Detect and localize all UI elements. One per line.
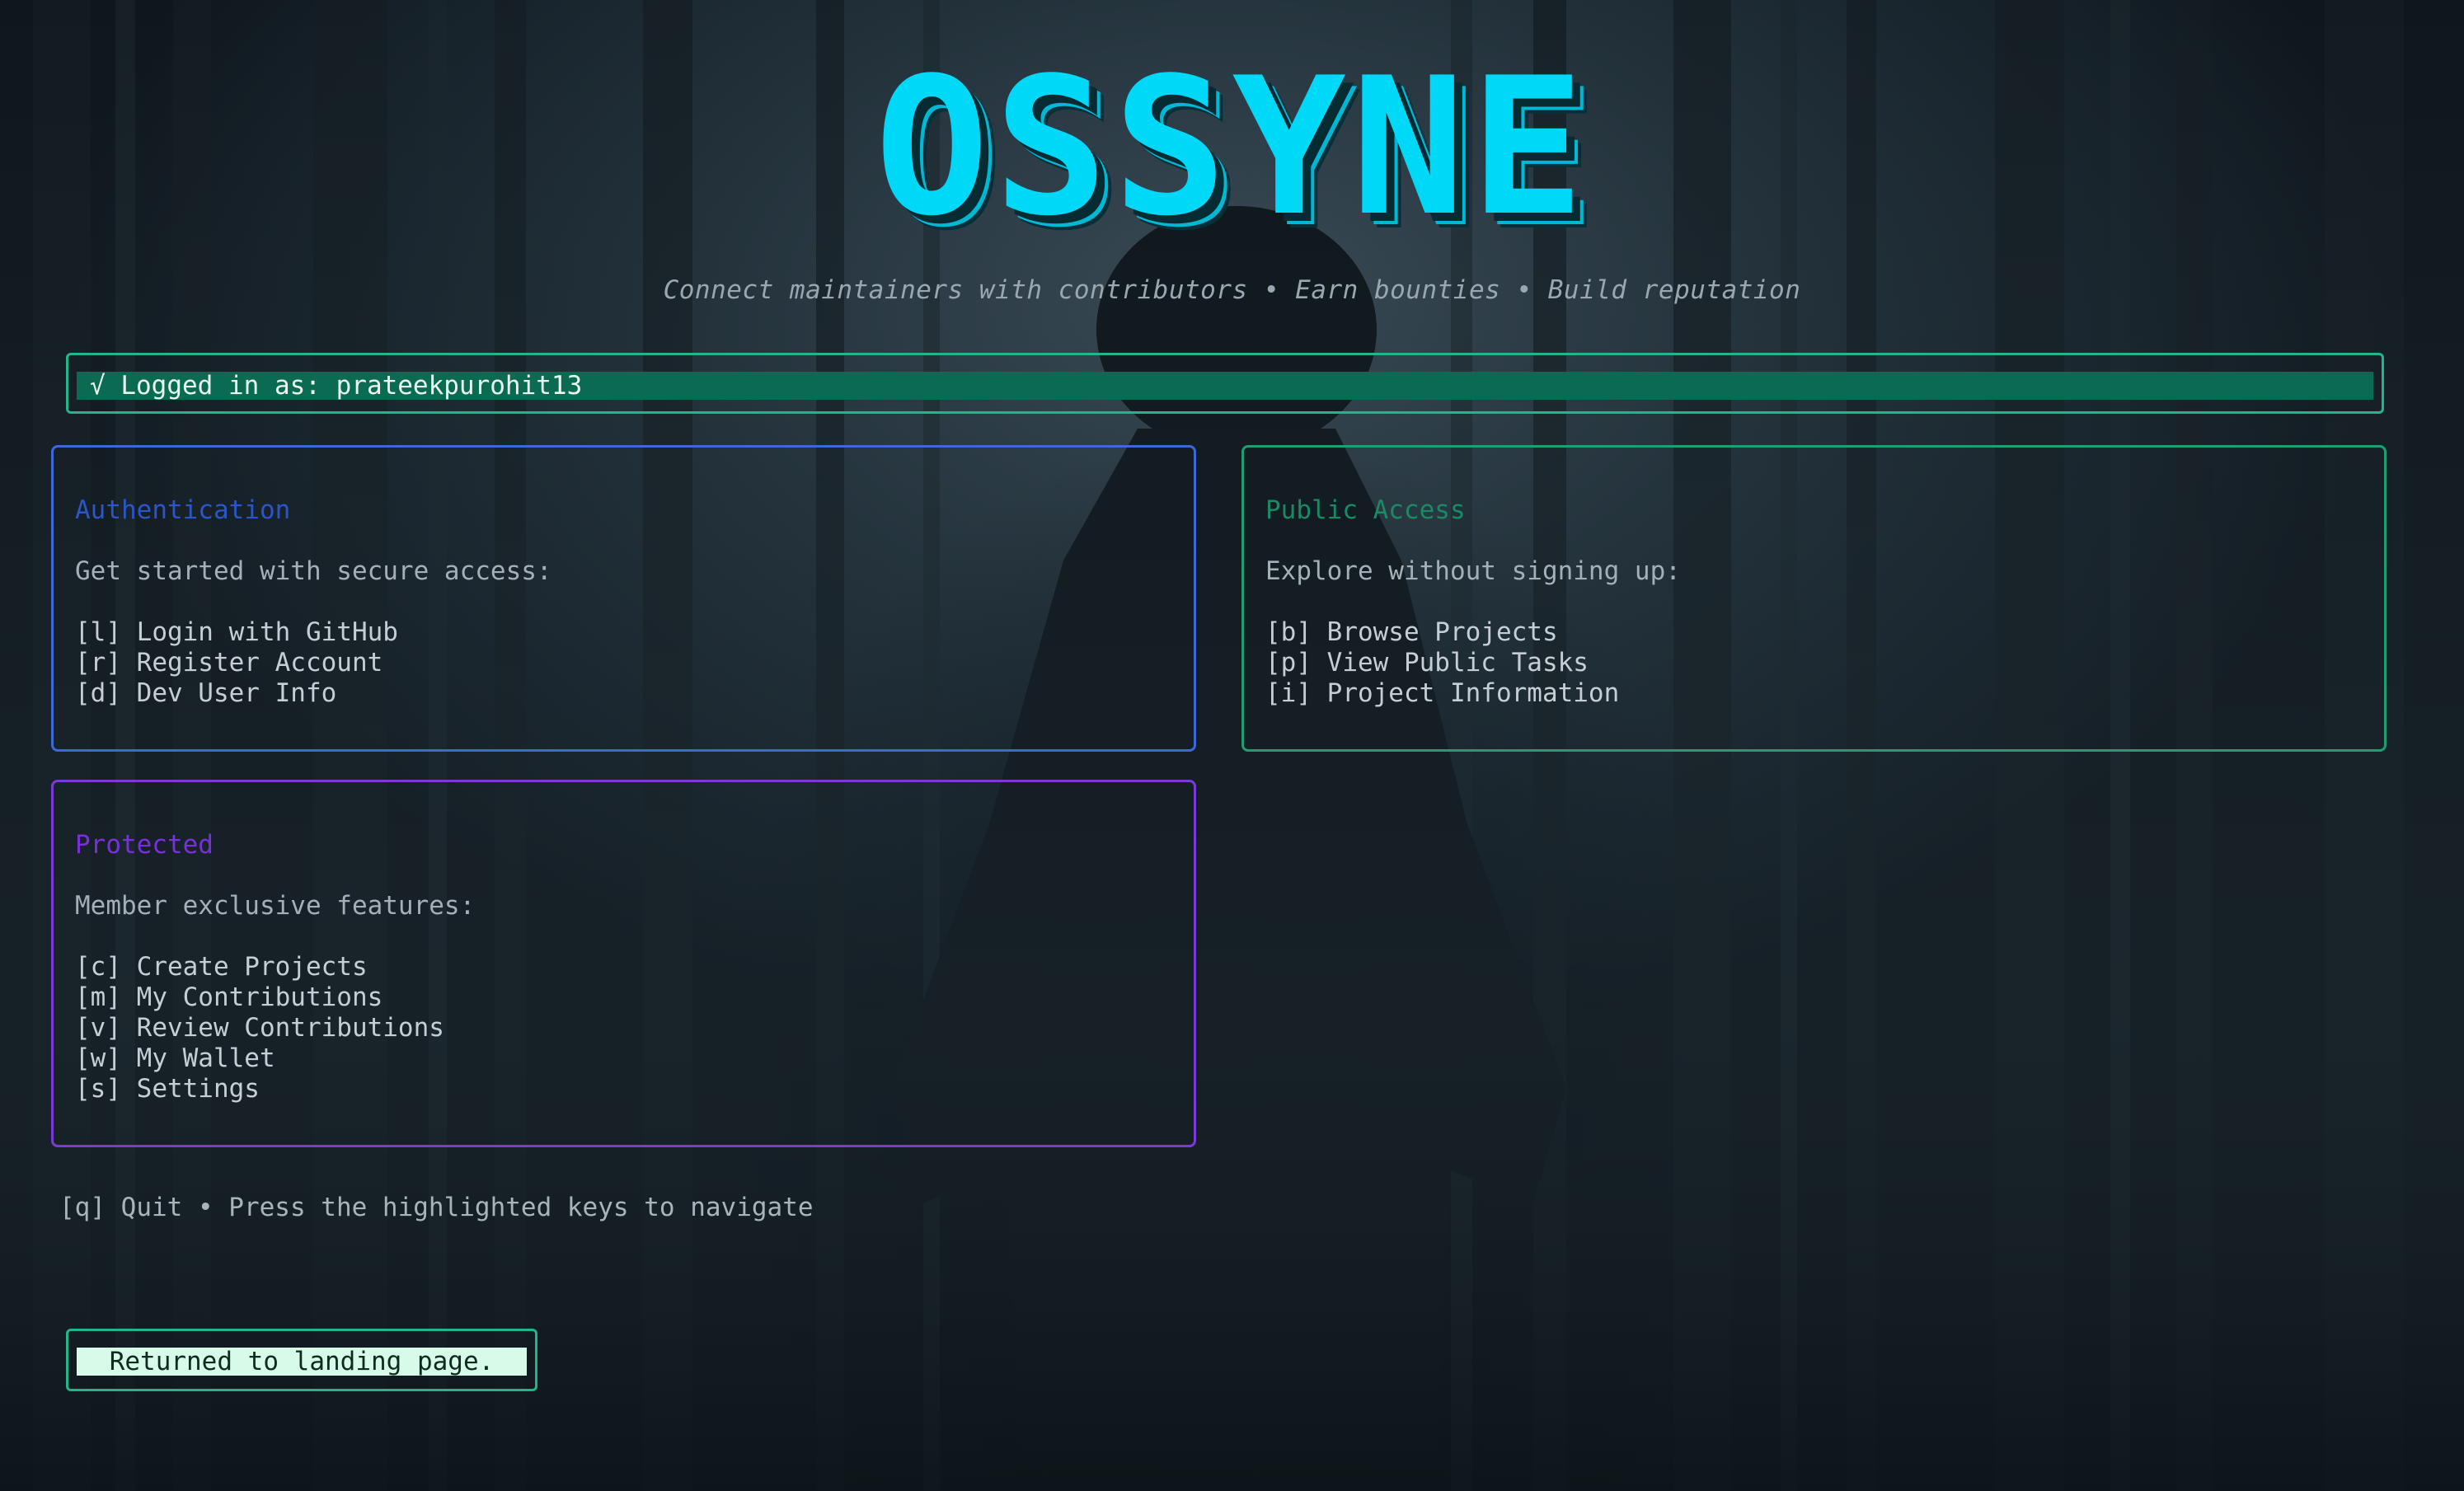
app-logo: OSSYNE	[875, 38, 1589, 258]
menu-item-my-wallet[interactable]: [w] My Wallet	[75, 1043, 1194, 1074]
menu-item-login-github[interactable]: [l] Login with GitHub	[75, 617, 1194, 648]
menu-item-view-public-tasks[interactable]: [p] View Public Tasks	[1265, 648, 2384, 678]
tagline: Connect maintainers with contributors • …	[663, 275, 1801, 305]
login-status-bar: √ Logged in as: prateekpurohit13	[66, 353, 2384, 414]
navigation-hint[interactable]: [q] Quit • Press the highlighted keys to…	[59, 1193, 814, 1222]
protected-panel: Protected Member exclusive features: [c]…	[51, 780, 1196, 1147]
toast-message: Returned to landing page.	[77, 1348, 527, 1376]
menu-item-dev-user-info[interactable]: [d] Dev User Info	[75, 678, 1194, 709]
menu-item-browse-projects[interactable]: [b] Browse Projects	[1265, 617, 2384, 648]
panel-subtitle: Get started with secure access:	[75, 556, 552, 586]
login-status-text: √ Logged in as: prateekpurohit13	[77, 372, 2373, 400]
panel-title: Authentication	[75, 495, 291, 525]
public-access-panel: Public Access Explore without signing up…	[1241, 445, 2387, 752]
menu-item-project-information[interactable]: [i] Project Information	[1265, 678, 2384, 709]
panel-subtitle: Explore without signing up:	[1265, 556, 1681, 586]
panel-title: Public Access	[1265, 495, 1466, 525]
menu-item-my-contributions[interactable]: [m] My Contributions	[75, 982, 1194, 1013]
menu-item-register-account[interactable]: [r] Register Account	[75, 648, 1194, 678]
menu-item-review-contributions[interactable]: [v] Review Contributions	[75, 1013, 1194, 1043]
toast-notification: Returned to landing page.	[66, 1329, 537, 1391]
authentication-panel: Authentication Get started with secure a…	[51, 445, 1196, 752]
panel-subtitle: Member exclusive features:	[75, 891, 476, 921]
menu-item-settings[interactable]: [s] Settings	[75, 1074, 1194, 1104]
panel-title: Protected	[75, 830, 214, 860]
menu-item-create-projects[interactable]: [c] Create Projects	[75, 952, 1194, 982]
